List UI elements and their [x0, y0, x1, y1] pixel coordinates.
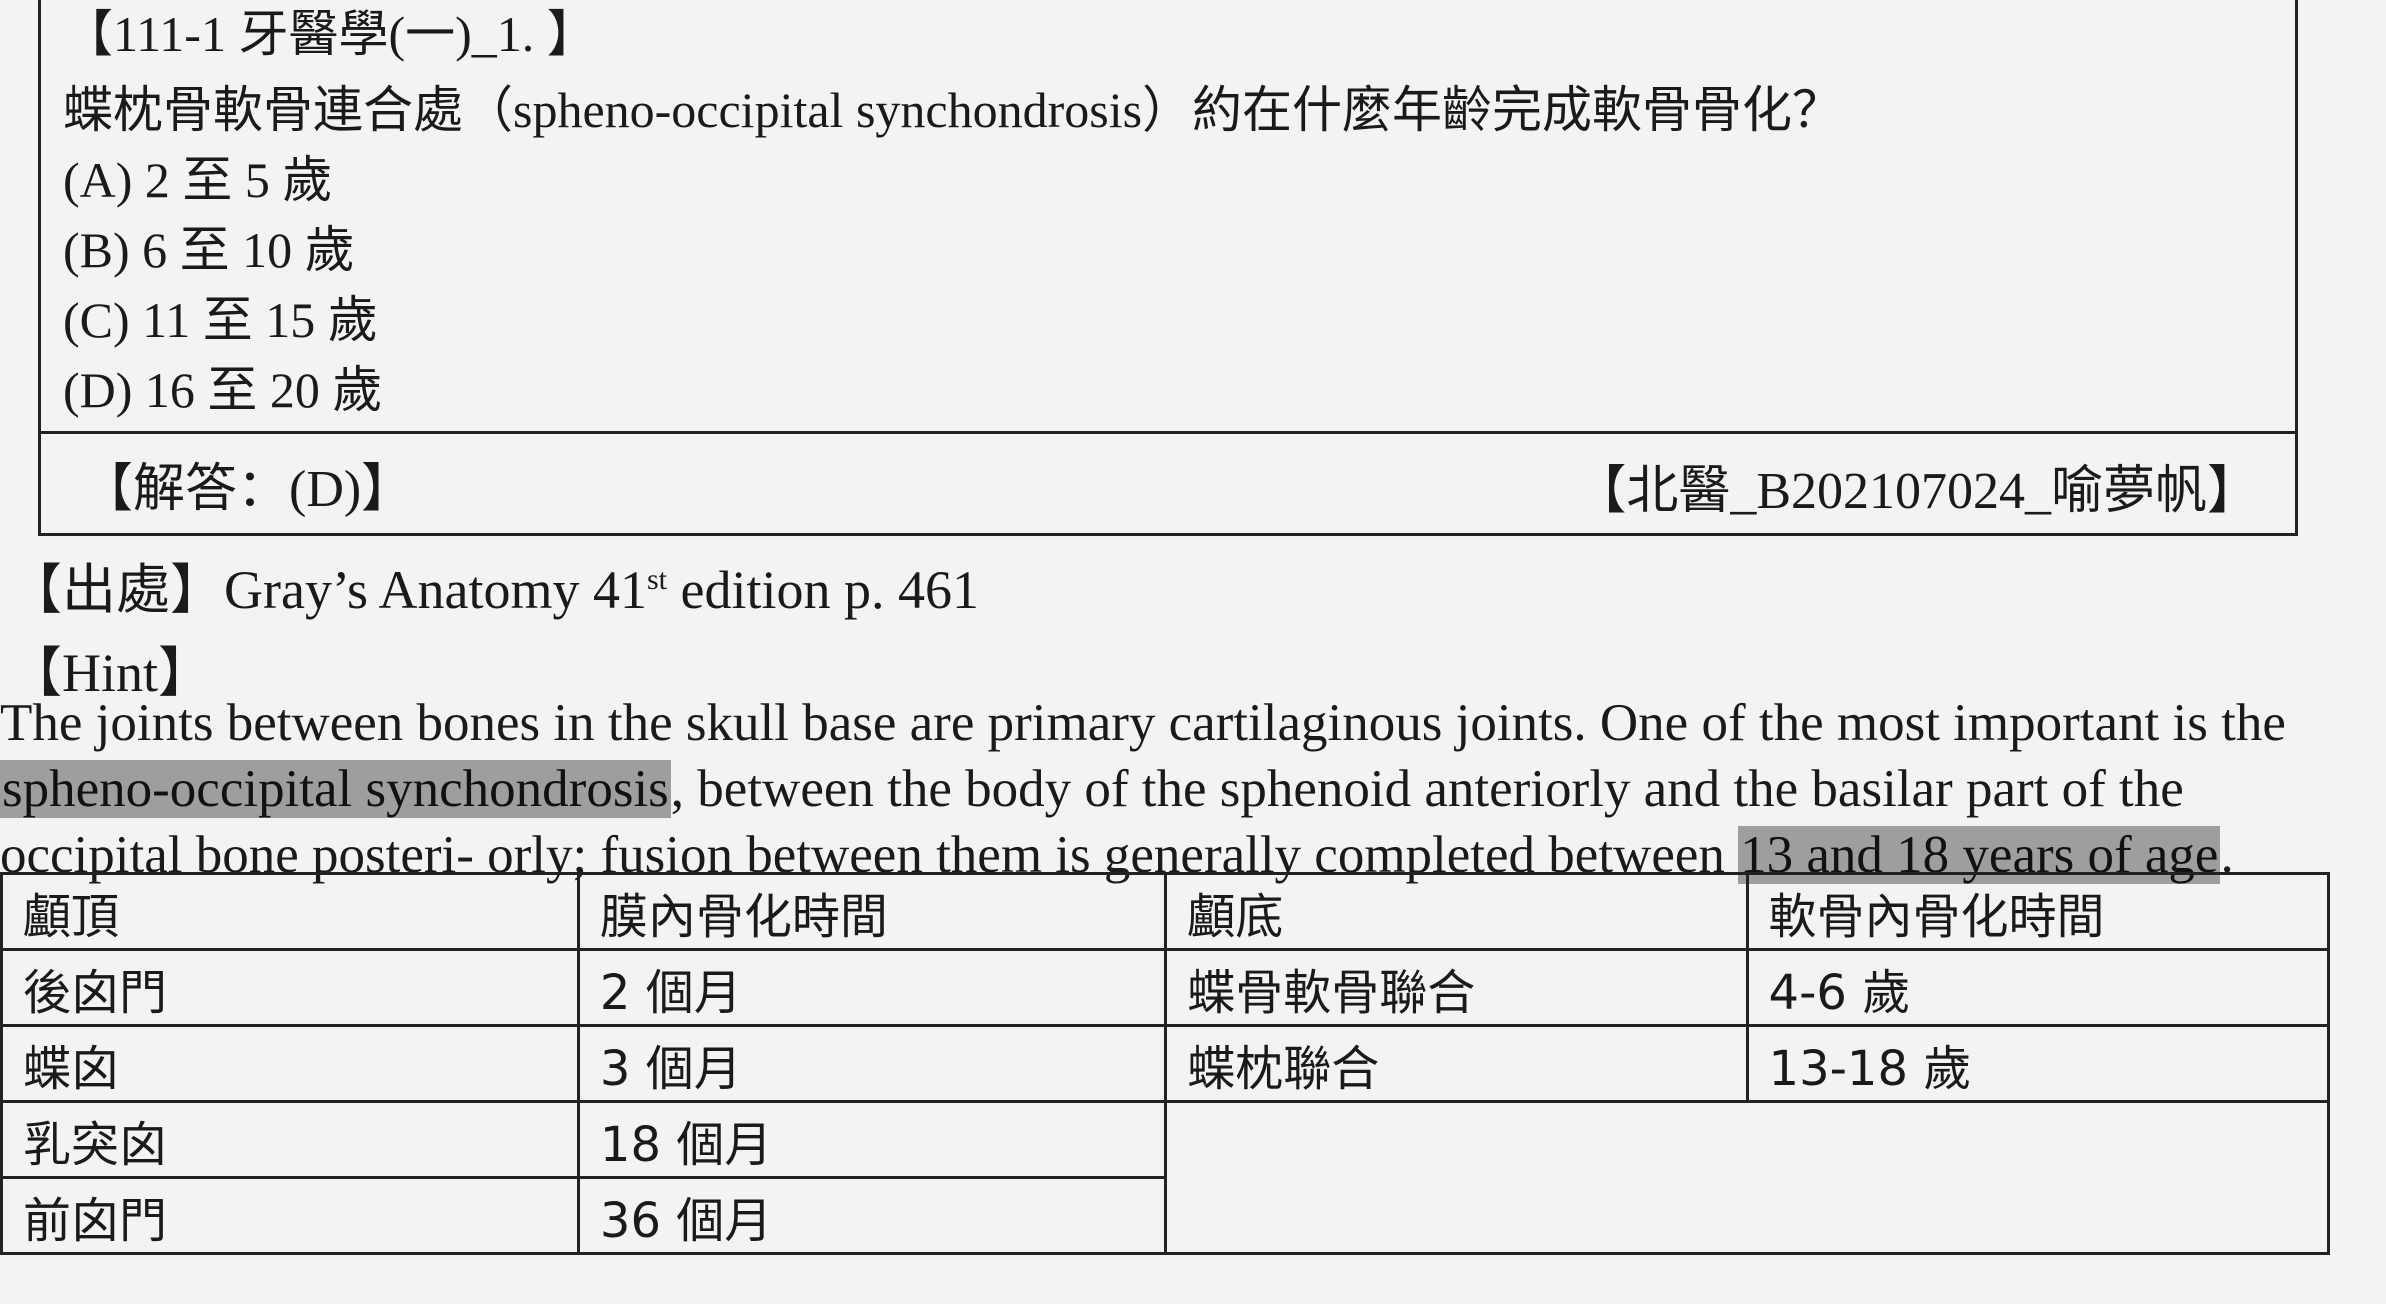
source-text: Gray’s Anatomy 41	[224, 560, 647, 620]
hint-line-2-rest: , between the body of the sphenoid anter…	[670, 760, 2184, 818]
header-membranous-time: 膜內骨化時間	[576, 872, 1168, 951]
question-box: 【111-1 牙醫學(一)_1. 】 蝶枕骨軟骨連合處（spheno-occip…	[38, 0, 2298, 536]
hint-line-2: spheno-occipital synchondrosis, between …	[0, 756, 2340, 822]
table-cell: 蝶骨軟骨聯合	[1164, 948, 1749, 1027]
table-cell: 後囟門	[0, 948, 580, 1027]
header-cranial-vault: 顱頂	[0, 872, 580, 951]
option-c: (C) 11 至 15 歲	[63, 292, 378, 348]
answer-row: 【解答：(D)】 【北醫_B202107024_喻夢帆】	[41, 431, 2295, 533]
table-cell: 3 個月	[576, 1024, 1168, 1103]
table-cell: 13-18 歲	[1745, 1024, 2331, 1103]
question-text: 蝶枕骨軟骨連合處（spheno-occipital synchondrosis）…	[63, 82, 1843, 138]
table-cell: 4-6 歲	[1745, 948, 2331, 1027]
table-cell: 2 個月	[576, 948, 1168, 1027]
source-text-end: edition p. 461	[666, 560, 979, 620]
option-a: (A) 2 至 5 歲	[63, 152, 333, 208]
table-row: 乳突囟 18 個月	[0, 1100, 2330, 1255]
ossification-table: 顱頂 膜內骨化時間 顱底 軟骨內骨化時間 後囟門 2 個月 蝶骨軟骨聯合 4-6…	[0, 872, 2331, 1255]
table-cell: 蝶囟	[0, 1024, 580, 1103]
table-cell: 36 個月	[576, 1176, 1168, 1255]
header-endochondral-time: 軟骨內骨化時間	[1745, 872, 2331, 951]
table-cell: 前囟門	[0, 1176, 580, 1255]
empty-merged-cell	[1164, 1100, 2330, 1255]
table-cell: 18 個月	[576, 1100, 1168, 1179]
author-label: 【北醫_B202107024_喻夢帆】	[1574, 463, 2259, 520]
answer-label: 【解答：(D)】	[81, 461, 414, 518]
question-header: 【111-1 牙醫學(一)_1. 】	[63, 6, 597, 62]
table-header-row: 顱頂 膜內骨化時間 顱底 軟骨內骨化時間	[0, 872, 2331, 951]
table-row: 後囟門 2 個月 蝶骨軟骨聯合 4-6 歲	[0, 948, 2331, 1027]
table-cell: 乳突囟	[0, 1100, 580, 1179]
highlight-term: spheno-occipital synchondrosis	[0, 760, 671, 818]
table-cell: 蝶枕聯合	[1164, 1024, 1749, 1103]
hint-paragraph: The joints between bones in the skull ba…	[0, 690, 2340, 888]
option-d: (D) 16 至 20 歲	[63, 362, 383, 418]
source-line: 【出處】Gray’s Anatomy 41st edition p. 461	[8, 545, 979, 624]
option-b: (B) 6 至 10 歲	[63, 222, 355, 278]
source-superscript: st	[646, 563, 667, 596]
header-cranial-base: 顱底	[1164, 872, 1749, 951]
table-row: 蝶囟 3 個月 蝶枕聯合 13-18 歲	[0, 1024, 2331, 1103]
source-label: 【出處】	[8, 560, 224, 620]
hint-line-1: The joints between bones in the skull ba…	[0, 694, 2286, 752]
